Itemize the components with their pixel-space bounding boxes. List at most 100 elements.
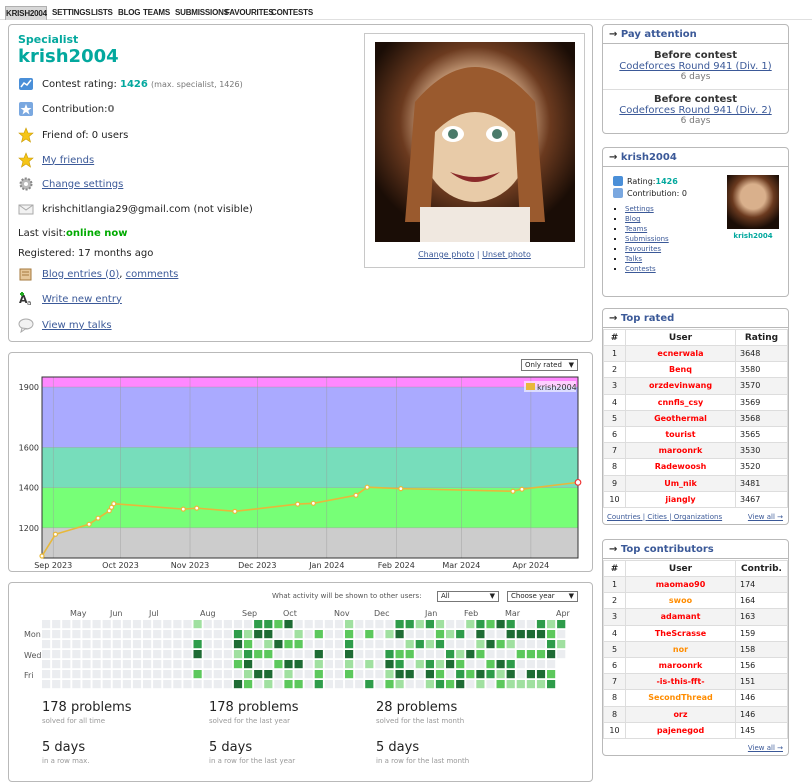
activity-cell[interactable] [425,620,434,629]
activity-cell[interactable] [496,640,505,649]
rating-point[interactable] [111,501,117,507]
activity-cell[interactable] [82,620,91,629]
activity-cell[interactable] [274,670,283,679]
activity-cell[interactable] [385,660,394,669]
activity-cell[interactable] [355,630,364,639]
activity-cell[interactable] [42,630,51,639]
user-link[interactable]: orzdevinwang [625,377,736,395]
activity-cell[interactable] [102,680,111,689]
activity-cell[interactable] [345,640,354,649]
activity-cell[interactable] [173,670,182,679]
activity-cell[interactable] [284,670,293,679]
activity-cell[interactable] [425,660,434,669]
activity-cell[interactable] [112,630,121,639]
activity-cell[interactable] [213,640,222,649]
user-link[interactable]: Um_nik [625,474,736,492]
activity-cell[interactable] [294,650,303,659]
activity-cell[interactable] [415,660,424,669]
activity-cell[interactable] [446,650,455,659]
activity-cell[interactable] [385,650,394,659]
activity-cell[interactable] [435,620,445,629]
contest-link-div2[interactable]: Codeforces Round 941 (Div. 2) [603,105,788,116]
activity-cell[interactable] [183,630,192,639]
activity-cell[interactable] [506,620,515,629]
user-link[interactable]: jiangly [625,490,736,508]
activity-cell[interactable] [244,620,253,629]
activity-cell[interactable] [203,630,212,639]
activity-cell[interactable] [183,670,192,679]
activity-cell[interactable] [203,680,212,689]
activity-cell[interactable] [294,640,303,649]
user-link[interactable]: orz [625,705,736,723]
activity-cell[interactable] [375,650,384,659]
activity-cell[interactable] [132,640,142,649]
activity-cell[interactable] [446,620,455,629]
activity-cell[interactable] [516,630,525,639]
activity-cell[interactable] [355,670,364,679]
year-select[interactable]: Choose year ▼ [507,591,578,602]
activity-cell[interactable] [415,650,424,659]
activity-cell[interactable] [183,660,192,669]
activity-cell[interactable] [496,670,505,679]
activity-cell[interactable] [446,660,455,669]
activity-cell[interactable] [506,650,515,659]
activity-cell[interactable] [163,680,172,689]
activity-cell[interactable] [92,620,101,629]
activity-cell[interactable] [526,650,535,659]
activity-cell[interactable] [405,650,414,659]
top-rated-view-all[interactable]: View all → [748,513,783,521]
activity-cell[interactable] [183,620,192,629]
activity-cell[interactable] [183,650,192,659]
activity-cell[interactable] [52,660,61,669]
activity-cell[interactable] [72,660,81,669]
activity-cell[interactable] [375,640,384,649]
activity-cell[interactable] [153,650,162,659]
activity-cell[interactable] [203,670,212,679]
activity-cell[interactable] [143,640,152,649]
activity-cell[interactable] [122,630,131,639]
activity-cell[interactable] [193,680,202,689]
user-link[interactable]: tourist [625,425,736,444]
activity-cell[interactable] [395,660,404,669]
activity-cell[interactable] [42,650,51,659]
activity-cell[interactable] [314,640,323,649]
activity-cell[interactable] [456,680,465,689]
activity-cell[interactable] [405,630,414,639]
activity-cell[interactable] [82,640,91,649]
activity-cell[interactable] [52,670,61,679]
activity-cell[interactable] [435,630,445,639]
activity-cell[interactable] [254,630,263,639]
nav-tab-contests[interactable]: CONTESTS [271,6,313,20]
activity-cell[interactable] [122,650,131,659]
activity-cell[interactable] [547,680,556,689]
activity-cell[interactable] [557,620,566,629]
activity-cell[interactable] [102,640,111,649]
activity-cell[interactable] [203,640,212,649]
activity-cell[interactable] [173,630,182,639]
activity-cell[interactable] [476,630,485,639]
activity-cell[interactable] [132,630,142,639]
activity-cell[interactable] [415,630,424,639]
activity-cell[interactable] [143,670,152,679]
activity-cell[interactable] [466,670,475,679]
activity-cell[interactable] [92,670,101,679]
activity-cell[interactable] [244,630,253,639]
activity-cell[interactable] [536,630,546,639]
rated-filter-select[interactable]: Only rated ▼ [521,359,578,371]
activity-cell[interactable] [395,640,404,649]
activity-cell[interactable] [516,640,525,649]
activity-cell[interactable] [526,680,535,689]
activity-cell[interactable] [476,620,485,629]
activity-cell[interactable] [233,670,243,679]
activity-cell[interactable] [304,670,313,679]
my-friends-link[interactable]: My friends [42,155,94,166]
user-link[interactable]: maroonrk [625,656,736,675]
activity-cell[interactable] [405,680,414,689]
activity-cell[interactable] [466,660,475,669]
rating-point[interactable] [364,484,370,490]
activity-cell[interactable] [456,640,465,649]
activity-cell[interactable] [193,670,202,679]
activity-cell[interactable] [223,650,232,659]
activity-cell[interactable] [526,620,535,629]
activity-cell[interactable] [375,670,384,679]
